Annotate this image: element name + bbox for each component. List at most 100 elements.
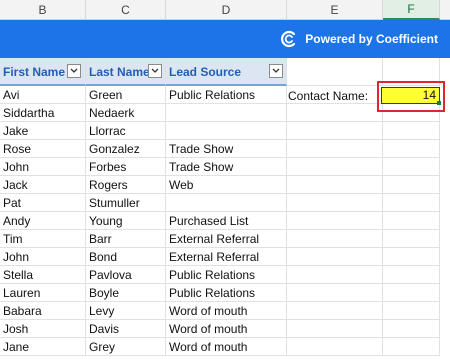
empty-cell[interactable] — [287, 158, 383, 176]
first-name-cell[interactable]: Jack — [0, 176, 86, 194]
empty-cell[interactable] — [287, 122, 383, 140]
first-name-cell[interactable]: John — [0, 248, 86, 266]
last-name-cell[interactable]: Davis — [86, 320, 166, 338]
cell-e-header[interactable] — [287, 58, 383, 86]
empty-cell[interactable] — [383, 248, 440, 266]
lead-source-cell[interactable]: Word of mouth — [166, 338, 287, 356]
last-name-cell[interactable]: Forbes — [86, 158, 166, 176]
last-name-cell[interactable]: Bond — [86, 248, 166, 266]
last-name-cell[interactable]: Rogers — [86, 176, 166, 194]
empty-cell[interactable] — [383, 302, 440, 320]
empty-cell[interactable] — [383, 176, 440, 194]
column-header-c[interactable]: C — [86, 0, 166, 20]
empty-cell[interactable] — [383, 338, 440, 356]
filter-lead-source-button[interactable] — [269, 64, 283, 78]
table-row: Lauren Boyle Public Relations — [0, 284, 450, 302]
first-name-cell[interactable]: Stella — [0, 266, 86, 284]
last-name-cell[interactable]: Levy — [86, 302, 166, 320]
empty-cell[interactable] — [383, 122, 440, 140]
column-header-b[interactable]: B — [0, 0, 86, 20]
coefficient-banner: Powered by Coefficient — [0, 20, 450, 58]
empty-cell[interactable] — [383, 266, 440, 284]
first-name-cell[interactable]: Pat — [0, 194, 86, 212]
lead-source-cell[interactable]: Word of mouth — [166, 320, 287, 338]
empty-cell[interactable] — [287, 194, 383, 212]
first-name-cell[interactable]: Josh — [0, 320, 86, 338]
last-name-cell[interactable]: Pavlova — [86, 266, 166, 284]
chevron-down-icon — [151, 68, 159, 73]
column-header-next[interactable] — [440, 0, 450, 20]
contact-name-label: Contact Name: — [288, 89, 369, 103]
last-name-cell[interactable]: Boyle — [86, 284, 166, 302]
lead-source-cell[interactable] — [166, 194, 287, 212]
table-row: Tim Barr External Referral — [0, 230, 450, 248]
lead-source-cell[interactable]: External Referral — [166, 248, 287, 266]
last-name-cell[interactable]: Llorrac — [86, 122, 166, 140]
lead-source-cell[interactable]: Trade Show — [166, 158, 287, 176]
column-header-d[interactable]: D — [166, 0, 287, 20]
chevron-down-icon — [70, 68, 78, 73]
lead-source-cell[interactable] — [166, 122, 287, 140]
column-header-e[interactable]: E — [287, 0, 383, 20]
lead-source-cell[interactable]: Word of mouth — [166, 302, 287, 320]
table-row: Pat Stumuller — [0, 194, 450, 212]
table-row: John Forbes Trade Show — [0, 158, 450, 176]
lead-source-cell[interactable]: Web — [166, 176, 287, 194]
table-row: Andy Young Purchased List — [0, 212, 450, 230]
table-row: Jake Llorrac — [0, 122, 450, 140]
filter-last-name-button[interactable] — [148, 64, 162, 78]
lead-source-cell[interactable]: Public Relations — [166, 284, 287, 302]
lead-source-cell[interactable]: External Referral — [166, 230, 287, 248]
table-row: Jane Grey Word of mouth — [0, 338, 450, 356]
highlight-outline — [377, 81, 445, 112]
empty-cell[interactable] — [287, 338, 383, 356]
empty-cell[interactable] — [287, 284, 383, 302]
first-name-cell[interactable]: Rose — [0, 140, 86, 158]
empty-cell[interactable] — [383, 194, 440, 212]
empty-cell[interactable] — [383, 140, 440, 158]
first-name-cell[interactable]: Babara — [0, 302, 86, 320]
empty-cell[interactable] — [287, 248, 383, 266]
first-name-cell[interactable]: Siddartha — [0, 104, 86, 122]
table-row: Josh Davis Word of mouth — [0, 320, 450, 338]
table-row: Jack Rogers Web — [0, 176, 450, 194]
empty-cell[interactable] — [287, 140, 383, 158]
empty-cell[interactable] — [287, 212, 383, 230]
lead-source-cell[interactable]: Trade Show — [166, 140, 287, 158]
empty-cell[interactable] — [383, 212, 440, 230]
empty-cell[interactable] — [383, 320, 440, 338]
first-name-cell[interactable]: Tim — [0, 230, 86, 248]
table-row: Stella Pavlova Public Relations — [0, 266, 450, 284]
empty-cell[interactable] — [287, 320, 383, 338]
empty-cell[interactable] — [383, 158, 440, 176]
first-name-cell[interactable]: Avi — [0, 86, 86, 104]
empty-cell[interactable] — [287, 104, 383, 122]
first-name-cell[interactable]: Lauren — [0, 284, 86, 302]
lead-source-cell[interactable] — [166, 104, 287, 122]
chevron-down-icon — [272, 68, 280, 73]
empty-cell[interactable] — [287, 302, 383, 320]
last-name-cell[interactable]: Nedaerk — [86, 104, 166, 122]
empty-cell[interactable] — [287, 230, 383, 248]
first-name-cell[interactable]: John — [0, 158, 86, 176]
filter-first-name-button[interactable] — [67, 64, 81, 78]
first-name-cell[interactable]: Andy — [0, 212, 86, 230]
coefficient-brand-text: Powered by Coefficient — [305, 32, 438, 46]
column-header-f[interactable]: F — [383, 0, 440, 20]
last-name-cell[interactable]: Green — [86, 86, 166, 104]
last-name-cell[interactable]: Young — [86, 212, 166, 230]
lead-source-cell[interactable]: Purchased List — [166, 212, 287, 230]
last-name-cell[interactable]: Stumuller — [86, 194, 166, 212]
last-name-cell[interactable]: Barr — [86, 230, 166, 248]
empty-cell[interactable] — [383, 284, 440, 302]
empty-cell[interactable] — [383, 230, 440, 248]
empty-cell[interactable] — [287, 266, 383, 284]
last-name-cell[interactable]: Grey — [86, 338, 166, 356]
first-name-cell[interactable]: Jake — [0, 122, 86, 140]
last-name-cell[interactable]: Gonzalez — [86, 140, 166, 158]
empty-cell[interactable] — [287, 176, 383, 194]
coefficient-logo-icon — [279, 29, 299, 49]
first-name-cell[interactable]: Jane — [0, 338, 86, 356]
lead-source-cell[interactable]: Public Relations — [166, 86, 287, 104]
lead-source-cell[interactable]: Public Relations — [166, 266, 287, 284]
